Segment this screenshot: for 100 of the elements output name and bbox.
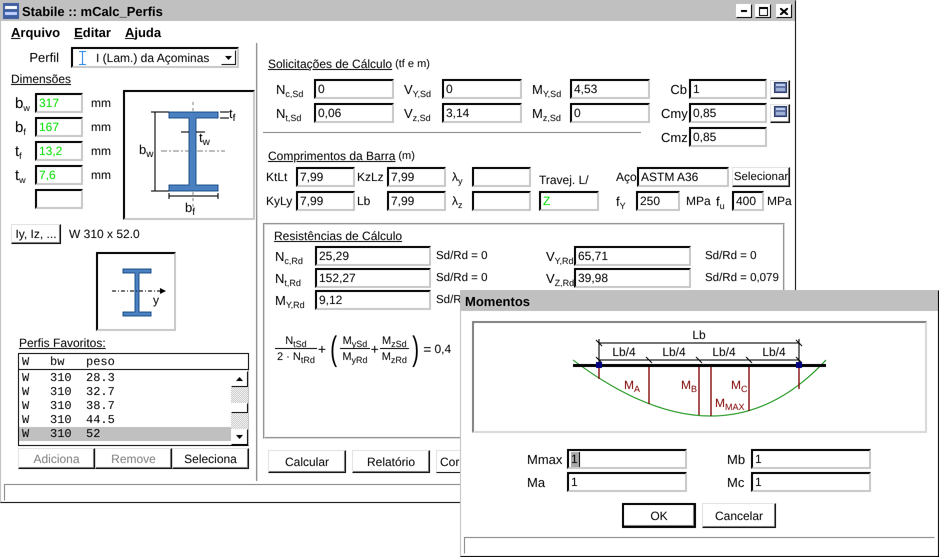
moment-line [798, 365, 800, 389]
table-cell-text: 32.7 [85, 385, 116, 399]
input-field[interactable]: 7,99 [387, 167, 446, 187]
diagram-label: M$_{A}$ [624, 378, 640, 394]
close-icon-button[interactable] [776, 4, 792, 18]
input-field[interactable]: 4,53 [570, 79, 650, 99]
input-field[interactable]: 7,99 [296, 167, 355, 187]
column-header: peso [85, 354, 116, 368]
field-label: V$_{Z,Rd}$ [546, 270, 574, 286]
calculator-button[interactable] [770, 104, 790, 122]
table-row[interactable]: W 310 32.7 [19, 385, 231, 399]
table-row[interactable]: W 310 52 [19, 427, 231, 441]
action-button[interactable]: Cor [436, 450, 462, 473]
calculator-icon [774, 82, 786, 93]
ratio-text: Sd/Rd = 0,079 [705, 272, 779, 284]
field-label: KyLy [265, 194, 294, 208]
menu-item[interactable]: Arquivo [11, 24, 60, 40]
input-field[interactable]: 250 [636, 191, 680, 211]
input-field[interactable]: 1 [689, 79, 767, 99]
unit-label: MPa [767, 194, 792, 208]
input-field[interactable] [35, 189, 83, 209]
input-field[interactable]: 3,14 [442, 103, 522, 123]
output-field: 25,29 [315, 246, 431, 266]
field-label: Mb [727, 452, 746, 466]
menu-item[interactable]: Editar [74, 24, 111, 40]
i-beam-drawing [112, 268, 166, 316]
table-row[interactable]: W 310 38.7 [19, 399, 231, 413]
input-field[interactable]: 1 [567, 472, 687, 492]
unit-label: mm [91, 120, 111, 134]
table-row[interactable]: W 310 28.3 [19, 371, 231, 385]
field-label: Mc [727, 474, 746, 490]
table-cell-text: 28.3 [85, 371, 116, 385]
formula-operator: = [423, 342, 432, 356]
moment-line [698, 365, 700, 415]
minimize-button[interactable] [736, 4, 752, 18]
unit-label: (m) [398, 150, 415, 162]
dialog-button[interactable]: Cancelar [702, 503, 776, 528]
properties-button[interactable]: Iy, Iz, ... [11, 224, 61, 244]
input-field[interactable]: 7,99 [387, 191, 446, 211]
field-label: Mmax [527, 452, 564, 466]
input-field[interactable]: 0 [442, 79, 522, 99]
field-label: b$_{w}$ [14, 94, 31, 112]
field-label: Travej. L/ [539, 173, 589, 187]
field-label: f$_{Y}$ [616, 194, 627, 208]
section-heading: Comprimentos da Barra [268, 149, 396, 163]
table-cell-text: 310 [49, 427, 73, 441]
table-cell-text: 38.7 [85, 399, 116, 413]
maximize-button[interactable] [755, 4, 771, 18]
input-field[interactable]: 400 [732, 191, 764, 211]
input-field[interactable] [472, 167, 531, 187]
table-cell-text: 310 [49, 385, 73, 399]
section-heading: Dimensões [11, 72, 72, 86]
diagram-label: M$_{MAX}$ [715, 396, 745, 412]
menu-item[interactable]: Ajuda [124, 24, 162, 40]
list-action-button[interactable]: Seleciona [172, 448, 249, 469]
diagram-label: b$_{f}$ [185, 200, 196, 218]
output-field: 39,98 [574, 268, 691, 288]
section-heading: Solicitações de Cálculo [268, 57, 392, 71]
action-button[interactable]: Calcular [268, 450, 346, 473]
input-field[interactable]: 1 [751, 449, 871, 469]
input-field[interactable]: 0 [570, 103, 650, 123]
input-field[interactable]: 0,85 [689, 103, 767, 123]
axis-label: y [153, 293, 159, 307]
dimension-label: Lb/4 [662, 345, 686, 359]
select-button[interactable]: Selecionar [732, 167, 790, 187]
input-field[interactable]: 0,85 [689, 127, 767, 147]
scroll-thumb[interactable] [231, 403, 248, 413]
formula-parenthesis: ) [412, 332, 419, 366]
field-label: λ$_{z}$ [451, 194, 464, 208]
table-row[interactable]: W 310 44.5 [19, 413, 231, 427]
field-label: Cb [669, 82, 687, 96]
field-label: KtLt [265, 170, 288, 184]
close-icon [780, 8, 788, 14]
window-title: Stabile :: mCalc_Perfis [22, 4, 164, 18]
unit-label: mm [91, 96, 111, 110]
dialog-button[interactable]: OK [622, 503, 696, 528]
scroll-down-button[interactable] [231, 429, 248, 445]
input-field[interactable]: ASTM A36 [637, 167, 729, 187]
table-cell-text: 310 [49, 371, 73, 385]
field-label: Ma [527, 474, 546, 490]
input-field[interactable]: 1 [751, 472, 871, 492]
table-cell-text: 52 [85, 427, 102, 441]
field-label: t$_{w}$ [14, 166, 27, 184]
scroll-up-button[interactable] [231, 371, 248, 387]
field-label: V$_{Y,Rd}$ [546, 248, 574, 264]
output-field: 9,12 [315, 290, 431, 310]
input-field[interactable]: 0 [314, 79, 394, 99]
moment-line [748, 365, 750, 411]
moment-line [648, 365, 650, 404]
input-field[interactable]: 0,06 [314, 103, 394, 123]
profile-type-dropdown[interactable]: I (Lam.) da Açominas [71, 47, 239, 68]
action-button[interactable]: Relatório [352, 450, 430, 473]
table-cell-text: 310 [49, 399, 73, 413]
dimension-label: Lb [692, 328, 706, 342]
field-label: N$_{t,Rd}$ [274, 270, 302, 286]
input-field[interactable]: 7,99 [296, 191, 355, 211]
calculator-button[interactable] [770, 80, 790, 98]
input-field[interactable]: 1 [567, 449, 687, 469]
input-field[interactable] [472, 191, 531, 211]
field-label: Aço [616, 170, 637, 184]
